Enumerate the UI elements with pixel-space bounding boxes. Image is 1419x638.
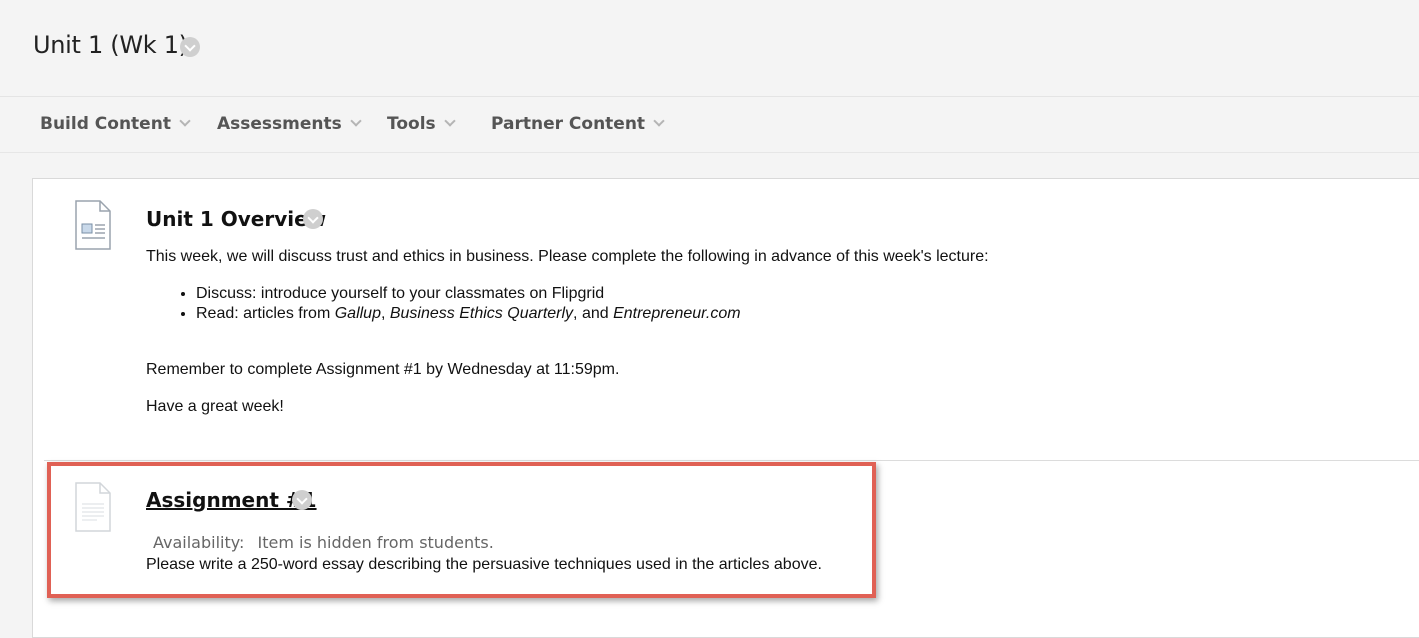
chevron-down-icon	[443, 115, 456, 127]
build-content-menu[interactable]: Build Content	[40, 114, 191, 134]
list-item: Read: articles from Gallup, Business Eth…	[196, 304, 989, 324]
tools-menu[interactable]: Tools	[387, 114, 456, 134]
overview-body: This week, we will discuss trust and eth…	[146, 247, 989, 417]
partner-content-menu[interactable]: Partner Content	[491, 114, 665, 134]
build-content-label: Build Content	[40, 114, 171, 134]
chevron-down-icon	[653, 115, 665, 127]
source-business-ethics-quarterly: Business Ethics Quarterly	[389, 305, 574, 322]
action-bar: Build Content Assessments Tools Partner …	[0, 97, 1419, 153]
highlight-annotation-box	[47, 462, 876, 598]
separator: , and	[573, 305, 614, 322]
source-gallup: Gallup	[334, 305, 381, 322]
overview-options-chevron-icon[interactable]	[303, 209, 323, 229]
overview-intro: This week, we will discuss trust and eth…	[146, 248, 989, 265]
page-header: Unit 1 (Wk 1)	[0, 0, 1419, 97]
bullet-text: Discuss: introduce yourself to your clas…	[196, 285, 605, 302]
overview-closing: Have a great week!	[146, 398, 284, 415]
chevron-down-icon	[179, 115, 191, 127]
list-item: Discuss: introduce yourself to your clas…	[196, 284, 989, 304]
source-entrepreneur: Entrepreneur.com	[613, 305, 741, 322]
overview-title-text: Unit 1 Overview	[146, 207, 327, 231]
overview-task-list: Discuss: introduce yourself to your clas…	[196, 284, 989, 324]
tools-label: Tools	[387, 114, 436, 134]
bullet-text: Read: articles from	[196, 305, 335, 322]
assessments-menu[interactable]: Assessments	[217, 114, 362, 134]
separator: ,	[380, 305, 390, 322]
assessments-label: Assessments	[217, 114, 342, 134]
title-options-chevron-icon[interactable]	[180, 37, 200, 57]
partner-content-label: Partner Content	[491, 114, 646, 134]
overview-title: Unit 1 Overview	[146, 207, 326, 231]
chevron-down-icon	[350, 115, 362, 127]
page-title: Unit 1 (Wk 1)	[33, 31, 188, 59]
item-divider	[44, 460, 1419, 461]
overview-reminder: Remember to complete Assignment #1 by We…	[146, 361, 620, 378]
document-item-icon	[75, 200, 111, 250]
